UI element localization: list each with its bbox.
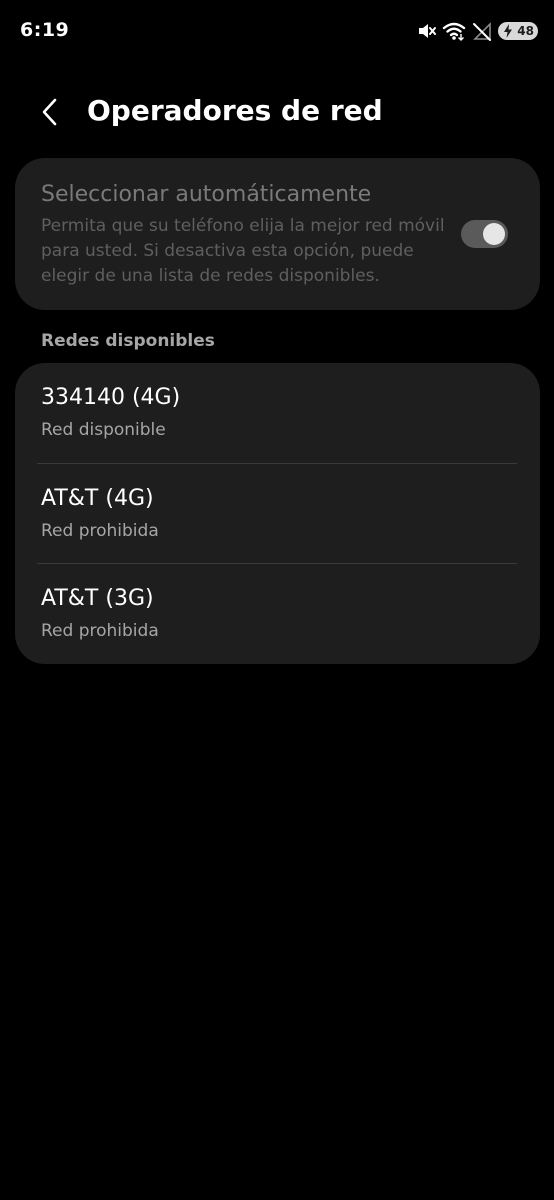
status-bar: 6:19 48 — [0, 0, 554, 62]
network-status: Red disponible — [41, 420, 166, 440]
toggle-knob — [483, 223, 505, 245]
no-signal-icon — [472, 21, 492, 41]
back-button[interactable] — [30, 92, 70, 132]
mute-icon — [416, 21, 436, 41]
network-name: AT&T (4G) — [41, 486, 154, 511]
network-name: AT&T (3G) — [41, 586, 154, 611]
status-time: 6:19 — [20, 19, 70, 41]
charging-bolt-icon — [504, 24, 512, 38]
app-header: Operadores de red — [0, 80, 554, 146]
network-item[interactable]: AT&T (4G) Red prohibida — [15, 464, 540, 564]
battery-icon: 48 — [498, 22, 538, 40]
battery-level: 48 — [517, 24, 534, 38]
network-name: 334140 (4G) — [41, 385, 181, 410]
chevron-left-icon — [42, 98, 57, 126]
wifi-icon — [442, 21, 466, 41]
auto-select-description: Permita que su teléfono elija la mejor r… — [41, 216, 445, 286]
auto-select-title: Seleccionar automáticamente — [41, 182, 372, 207]
network-item[interactable]: AT&T (3G) Red prohibida — [15, 564, 540, 664]
auto-select-toggle[interactable] — [461, 220, 508, 248]
network-item[interactable]: 334140 (4G) Red disponible — [15, 363, 540, 463]
available-networks-list: 334140 (4G) Red disponible AT&T (4G) Red… — [15, 363, 540, 664]
section-header-available-networks: Redes disponibles — [41, 331, 215, 351]
auto-select-card[interactable]: Seleccionar automáticamente Permita que … — [15, 158, 540, 310]
page-title: Operadores de red — [87, 94, 383, 127]
status-icons: 48 — [416, 19, 538, 43]
network-status: Red prohibida — [41, 521, 159, 541]
network-status: Red prohibida — [41, 621, 159, 641]
